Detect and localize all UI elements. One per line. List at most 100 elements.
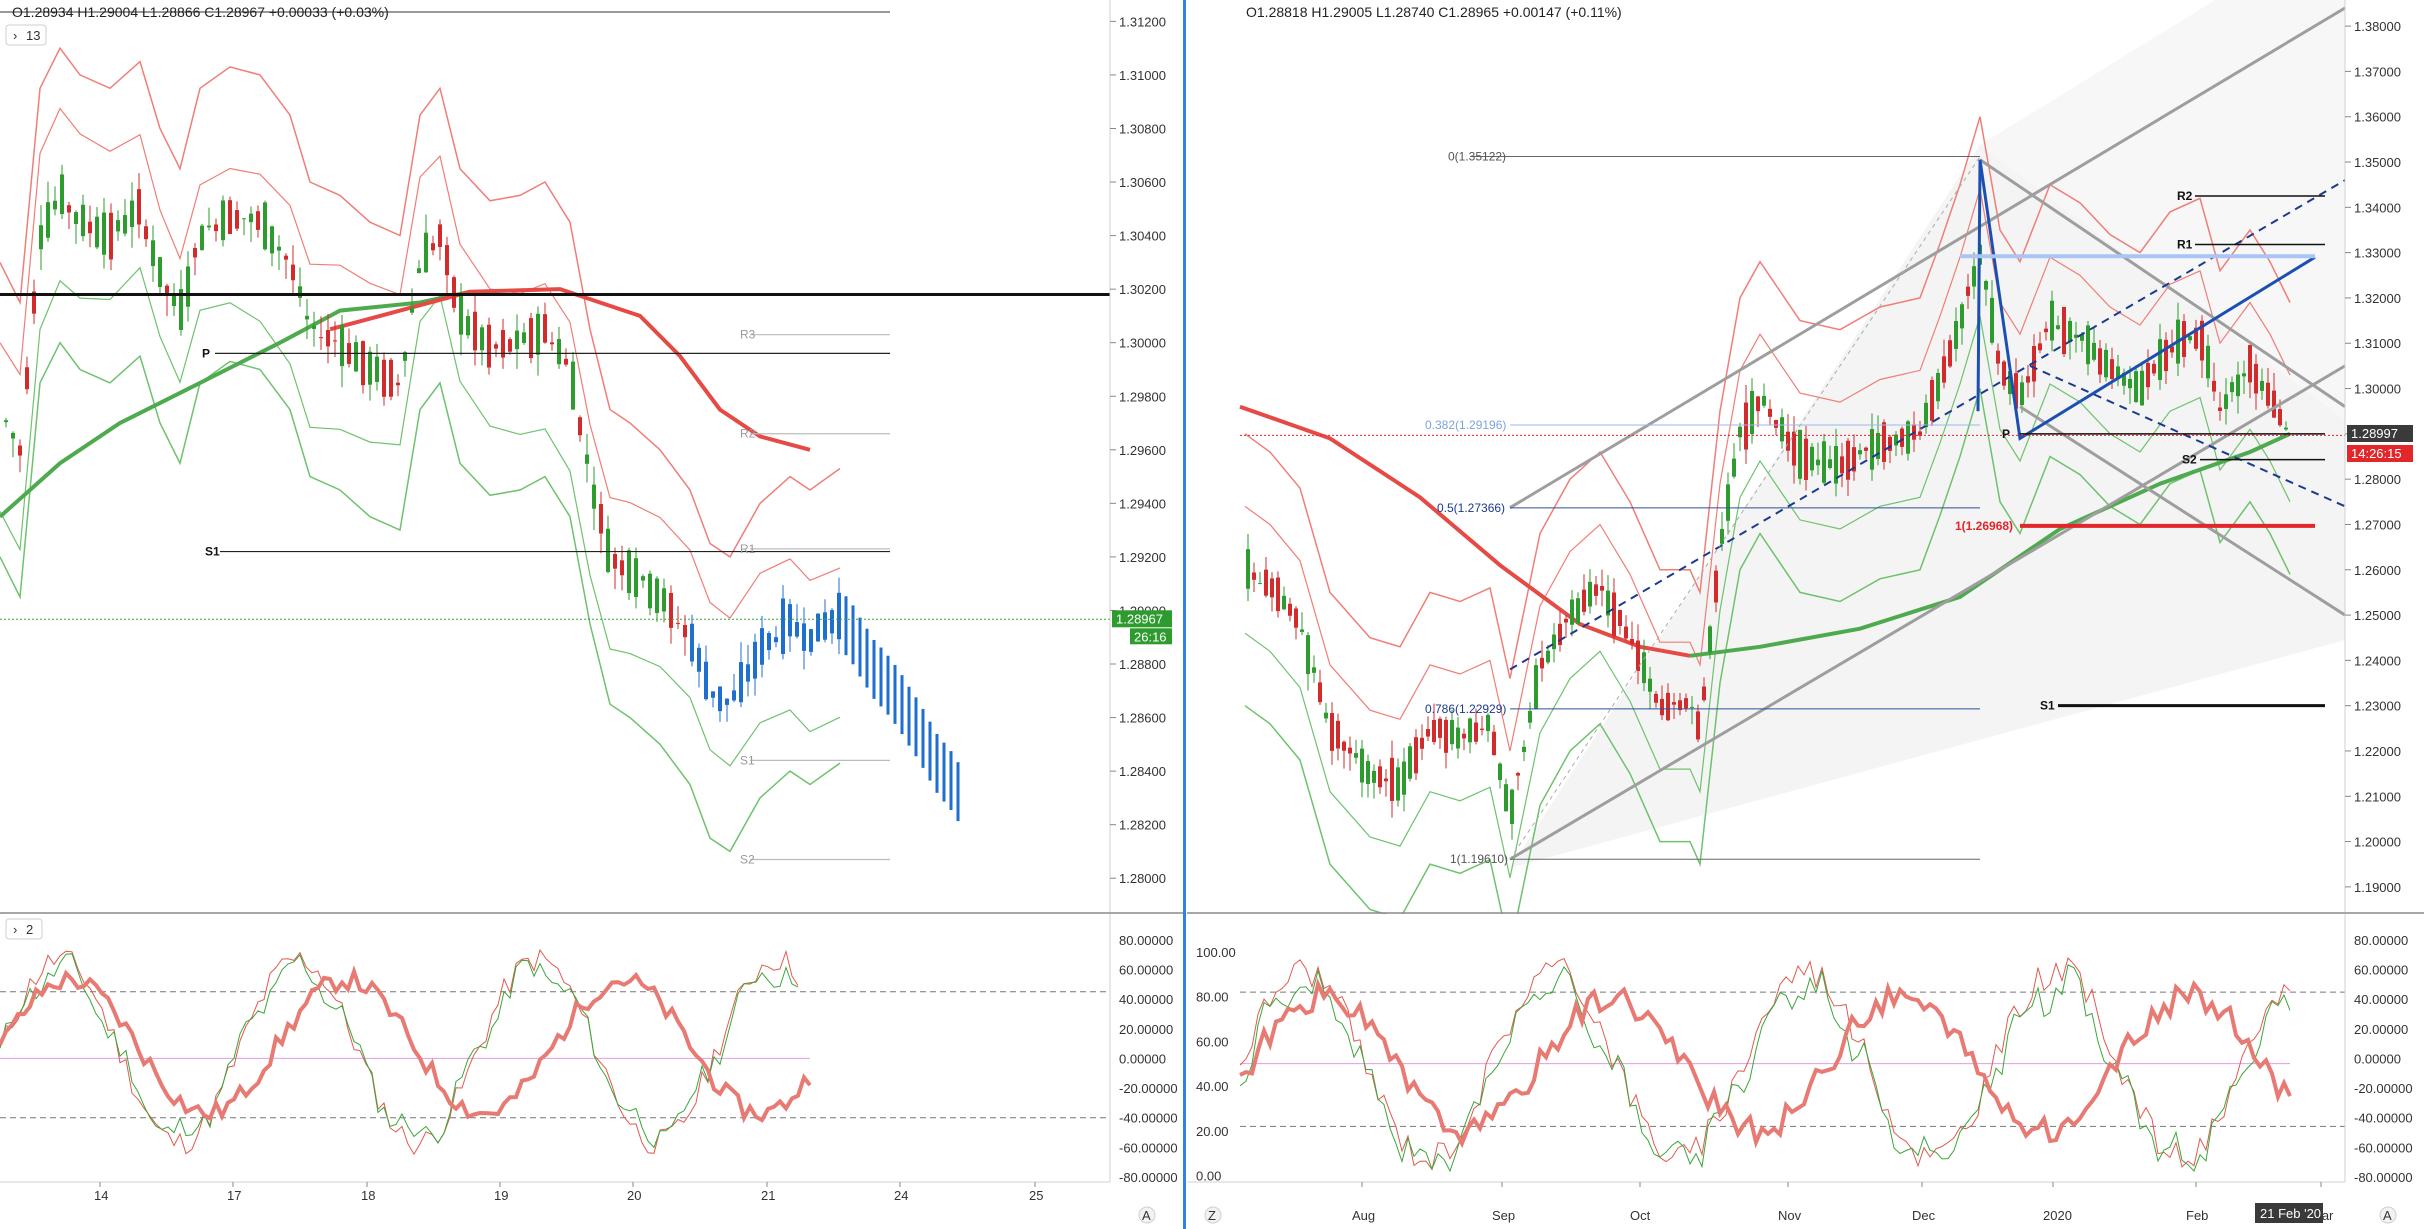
- left-pivot-label: S2: [740, 852, 755, 866]
- left-pane-tag[interactable]: › 13: [5, 24, 47, 46]
- left-candle-body: [151, 240, 155, 267]
- left-candle-body: [739, 662, 743, 703]
- left-pivot-label: R2: [740, 427, 756, 441]
- right-candle-body: [1522, 746, 1526, 752]
- right-candle-body: [2026, 376, 2030, 383]
- footer-auto-scale-left[interactable]: A: [1138, 1206, 1156, 1224]
- left-candle-body: [438, 224, 442, 247]
- right-candle-body: [1684, 698, 1688, 709]
- right-candle-body: [1366, 761, 1370, 784]
- left-candle-body: [627, 550, 631, 594]
- right-y-tick-label: 1.35000: [2354, 155, 2401, 170]
- left-candle-body: [396, 382, 400, 386]
- left-x-tick-label: 20: [627, 1188, 641, 1203]
- right-time-axis[interactable]: AugSepOctNovDec2020FebMar: [1187, 1181, 2345, 1223]
- left-candle-body: [11, 432, 15, 439]
- right-candle-body: [2038, 343, 2042, 351]
- right-y-tick-label: 1.32000: [2354, 291, 2401, 306]
- right-candle-body: [1480, 728, 1484, 730]
- right-candle-body: [2278, 409, 2282, 426]
- footer-left-corner[interactable]: Z: [1204, 1206, 1222, 1224]
- right-y-tick-label: 1.23000: [2354, 699, 2401, 714]
- right-candle-body: [1720, 529, 1724, 544]
- right-candle-body: [1690, 706, 1694, 708]
- left-candle-body: [718, 686, 722, 712]
- left-y-tick-label: 1.28200: [1119, 818, 1166, 833]
- right-osc-left-tick-label: 20.00: [1196, 1124, 1229, 1139]
- left-candle-body: [74, 212, 78, 225]
- left-candle-body: [445, 245, 449, 276]
- right-candle-body: [1258, 583, 1262, 585]
- right-candle-body: [1384, 778, 1388, 782]
- right-candle-body: [1588, 581, 1592, 607]
- right-candle-body: [1504, 784, 1508, 812]
- right-candle-body: [1246, 549, 1250, 589]
- left-pivot-label: S1: [205, 545, 220, 559]
- right-candle-body: [1816, 459, 1820, 466]
- left-candle-body: [788, 604, 792, 637]
- svg-text:A: A: [2383, 1208, 2392, 1223]
- right-last-price-label: 1.28997: [2351, 426, 2398, 441]
- right-oscillator-pane[interactable]: 100.00 80.00 60.00 40.00 20.00 0.00 80.00000 60…: [1187, 912, 2424, 1185]
- left-osc-pane-tag[interactable]: › 2: [5, 918, 43, 940]
- right-candle-body: [2074, 334, 2078, 338]
- left-osc-y-tick-label: -80.00000: [1119, 1170, 1178, 1185]
- right-y-tick-label: 1.33000: [2354, 246, 2401, 261]
- left-y-tick-label: 1.31000: [1119, 68, 1166, 83]
- left-candle-body: [634, 558, 638, 598]
- right-candle-body: [1618, 610, 1622, 626]
- left-candle-body: [368, 351, 372, 385]
- left-candle-body: [606, 528, 610, 573]
- right-y-tick-label: 1.19000: [2354, 880, 2401, 895]
- right-candle-body: [1324, 712, 1328, 719]
- left-candle-body: [774, 637, 778, 643]
- left-candle-body: [60, 174, 64, 214]
- right-osc-left-tick-label: 100.00: [1196, 945, 1236, 960]
- left-candle-body: [522, 332, 526, 343]
- left-osc-y-tick-label: -40.00000: [1119, 1111, 1178, 1126]
- left-candle-body: [18, 445, 22, 456]
- pane-divider[interactable]: [1183, 0, 1186, 1229]
- right-candle-body: [2284, 427, 2288, 430]
- left-y-tick-label: 1.28600: [1119, 711, 1166, 726]
- left-x-tick-label: 19: [494, 1188, 508, 1203]
- left-osc-y-tick-label: 20.00000: [1119, 1022, 1173, 1037]
- footer-auto-scale-right[interactable]: A: [2379, 1206, 2397, 1224]
- right-y-tick-label: 1.24000: [2354, 653, 2401, 668]
- left-candle-body: [424, 232, 428, 273]
- right-y-tick-label: 1.21000: [2354, 789, 2401, 804]
- right-candle-body: [1726, 484, 1730, 521]
- left-candle-body: [410, 307, 414, 313]
- right-y-tick-label: 1.36000: [2354, 110, 2401, 125]
- left-candle-body: [711, 691, 715, 698]
- left-candle-body: [823, 612, 827, 640]
- left-price-pane[interactable]: P S1 R3 R2 R1 S1 S2 1.31200 1.31000 1.30800 1.306…: [0, 0, 1172, 912]
- right-candle-body: [1888, 436, 1892, 451]
- right-candle-body: [1762, 395, 1766, 406]
- right-candle-body: [2104, 349, 2108, 378]
- left-candle-body: [193, 247, 197, 258]
- left-y-tick-label: 1.29200: [1119, 550, 1166, 565]
- left-candle-body: [571, 361, 575, 410]
- left-candle-body: [676, 622, 680, 624]
- right-price-pane[interactable]: 0(1.35122) 0.382(1.29196) 0.5(1.27366) 0.78…: [1187, 0, 2413, 951]
- right-candle-body: [1936, 372, 1940, 402]
- right-candle-body: [1786, 431, 1790, 451]
- left-oscillator-axis[interactable]: 80.00000 60.00000 40.00000 20.00000 0.00000 -…: [1109, 914, 1178, 1185]
- right-candle-body: [1900, 428, 1904, 447]
- left-candle-body: [172, 295, 176, 306]
- left-x-tick-label: 25: [1029, 1188, 1043, 1203]
- right-osc-right-tick-label: 20.00000: [2354, 1022, 2408, 1037]
- right-candle-body: [1582, 589, 1586, 612]
- left-time-axis[interactable]: 14 17 18 19 20 21 24 25: [0, 1181, 1110, 1203]
- right-candle-body: [1798, 429, 1802, 479]
- right-candle-body: [1594, 584, 1598, 596]
- left-x-tick-label: 17: [227, 1188, 241, 1203]
- right-candle-body: [1672, 702, 1676, 705]
- left-oscillator-pane[interactable]: 80.00000 60.00000 40.00000 20.00000 0.00000 -…: [0, 912, 1185, 1185]
- left-y-tick-label: 1.30000: [1119, 336, 1166, 351]
- right-price-axis[interactable]: 1.38000 1.37000 1.36000 1.35000 1.34000 1.330…: [2344, 0, 2413, 912]
- left-candle-body: [620, 560, 624, 576]
- left-price-axis[interactable]: 1.31200 1.31000 1.30800 1.30600 1.30400 1.302…: [1109, 0, 1172, 912]
- right-candle-body: [1654, 693, 1658, 703]
